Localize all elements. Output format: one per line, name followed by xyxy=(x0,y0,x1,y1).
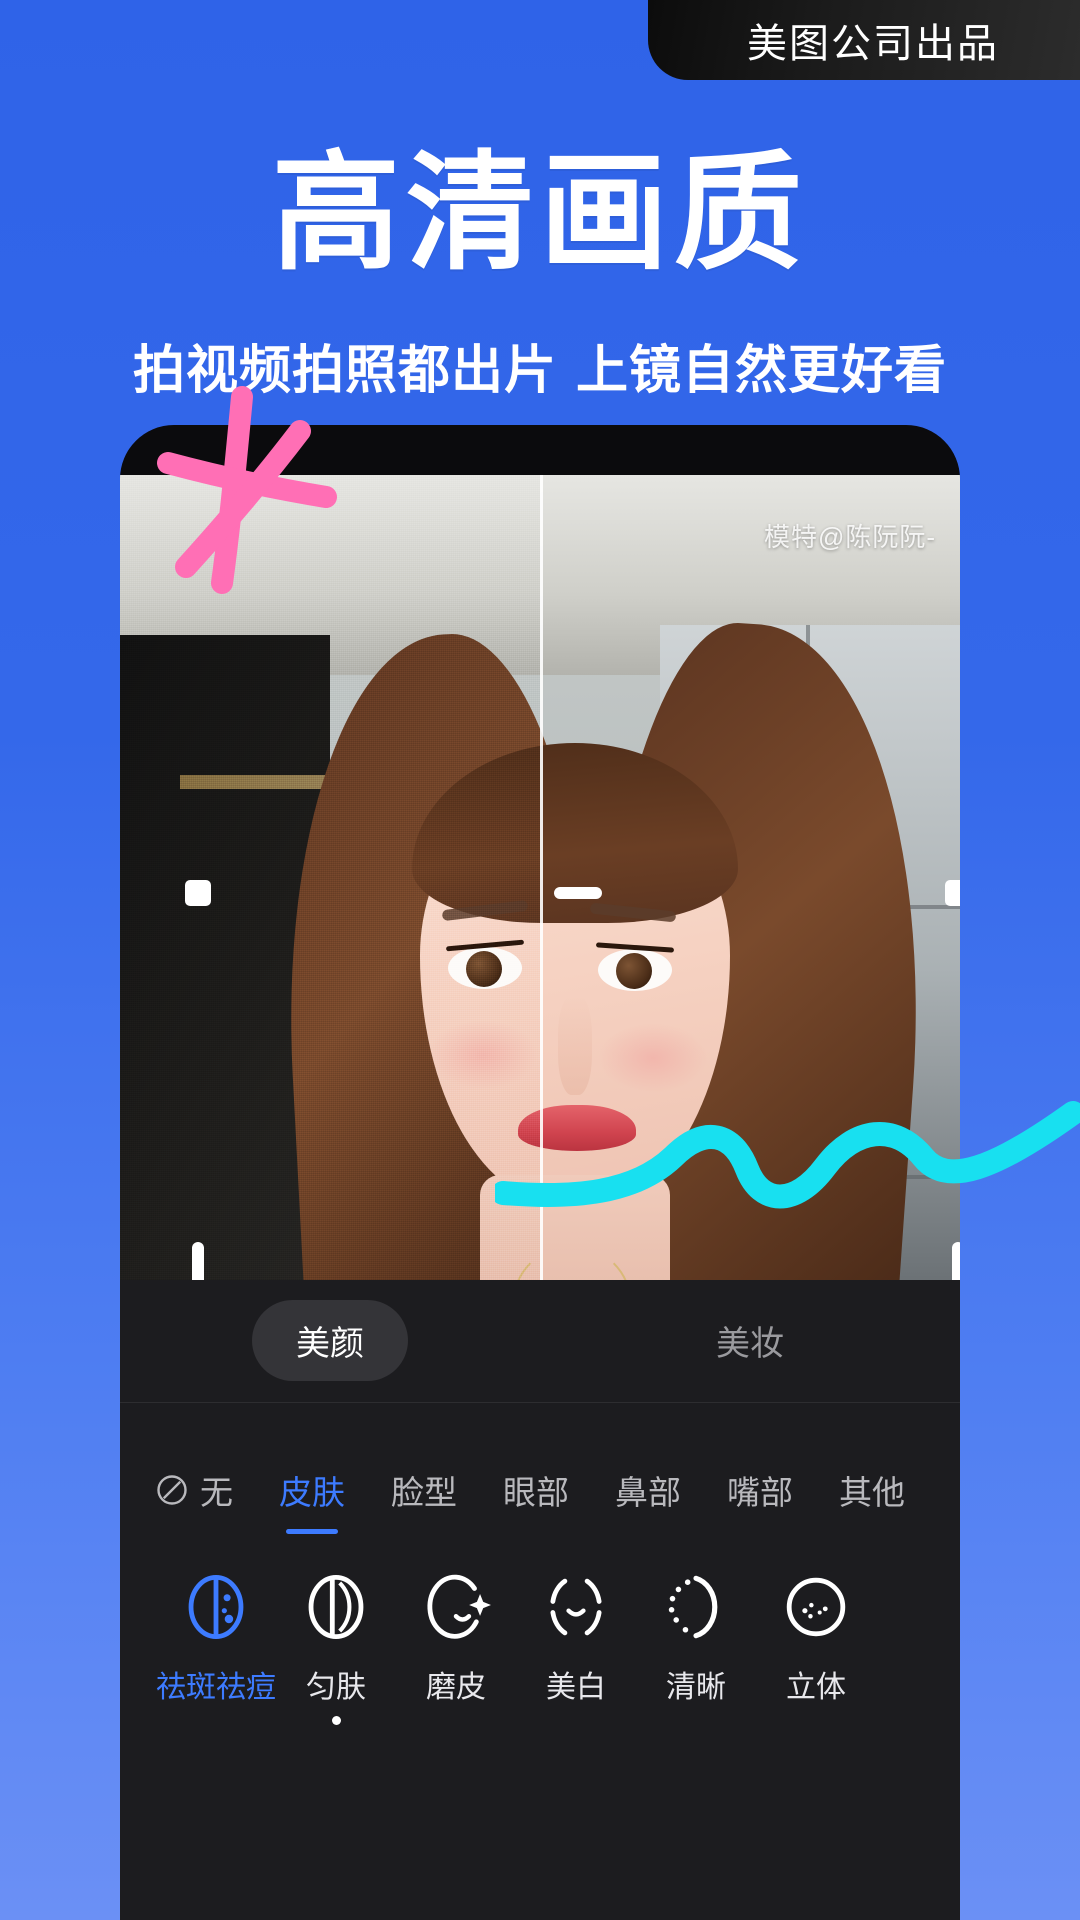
panel-divider xyxy=(120,1402,960,1403)
tool-smooth-skin[interactable]: 磨皮 xyxy=(396,1570,516,1706)
category-other-label: 其他 xyxy=(839,1474,905,1511)
tool-clarity[interactable]: 清晰 xyxy=(636,1570,756,1706)
subject-eye-right xyxy=(598,949,672,991)
tool-whiten-label: 美白 xyxy=(546,1671,606,1704)
category-nose[interactable]: 鼻部 xyxy=(615,1466,681,1514)
tool-whiten[interactable]: 美白 xyxy=(516,1570,636,1706)
category-face-shape-label: 脸型 xyxy=(391,1474,457,1511)
cyan-doodle xyxy=(495,1101,1080,1209)
category-nose-label: 鼻部 xyxy=(615,1474,681,1511)
tool-contour[interactable]: 立体 xyxy=(756,1570,876,1706)
category-other[interactable]: 其他 xyxy=(839,1466,905,1514)
blemish-removal-icon xyxy=(188,1574,244,1640)
pink-doodle xyxy=(157,386,337,594)
tool-blemish-removal-label: 祛斑祛痘 xyxy=(156,1671,276,1704)
tool-smooth-skin-label: 磨皮 xyxy=(426,1671,486,1704)
category-none[interactable]: 无 xyxy=(154,1466,233,1514)
whiten-icon xyxy=(550,1578,602,1636)
no-effect-icon xyxy=(157,1475,187,1505)
brand-badge: 美图公司出品 xyxy=(648,0,1080,80)
category-eyes-label: 眼部 xyxy=(503,1474,569,1511)
tab-makeup[interactable]: 美妆 xyxy=(540,1316,960,1365)
photo-watermark: 模特@陈阮阮- xyxy=(763,522,936,552)
clarity-icon xyxy=(668,1575,718,1639)
tool-clarity-label: 清晰 xyxy=(666,1671,726,1704)
category-none-label: 无 xyxy=(200,1474,233,1511)
category-eyes[interactable]: 眼部 xyxy=(503,1466,569,1514)
category-bar: 无 皮肤 脸型 眼部 鼻部 嘴部 其他 xyxy=(120,1440,960,1540)
tool-new-dot xyxy=(331,1716,341,1725)
tool-even-skin[interactable]: 匀肤 xyxy=(276,1570,396,1725)
category-face-shape[interactable]: 脸型 xyxy=(391,1466,457,1514)
tool-row: 祛斑祛痘 匀肤 磨皮 美白 清晰 立体 xyxy=(120,1570,960,1725)
brand-badge-label: 美图公司出品 xyxy=(747,22,999,66)
editor-panel: 美颜 美妆 无 皮肤 脸型 眼部 鼻部 嘴部 其他 祛斑祛痘 匀肤 磨皮 美白 … xyxy=(120,1280,960,1920)
category-skin[interactable]: 皮肤 xyxy=(279,1466,345,1514)
even-skin-icon xyxy=(308,1574,364,1640)
tool-blemish-removal[interactable]: 祛斑祛痘 xyxy=(156,1570,276,1706)
contour-icon xyxy=(786,1577,846,1637)
category-mouth[interactable]: 嘴部 xyxy=(727,1466,793,1514)
tool-even-skin-label: 匀肤 xyxy=(306,1671,366,1704)
tool-contour-label: 立体 xyxy=(786,1671,846,1704)
page-title: 高清画质 xyxy=(271,139,808,288)
subject-nose xyxy=(558,995,592,1095)
category-mouth-label: 嘴部 xyxy=(727,1474,793,1511)
panel-tab-bar: 美颜 美妆 xyxy=(120,1280,960,1400)
tab-beauty[interactable]: 美颜 xyxy=(252,1299,408,1381)
smooth-skin-icon xyxy=(427,1574,491,1639)
subject-cheek-right xyxy=(598,1023,708,1093)
category-skin-label: 皮肤 xyxy=(279,1474,345,1511)
